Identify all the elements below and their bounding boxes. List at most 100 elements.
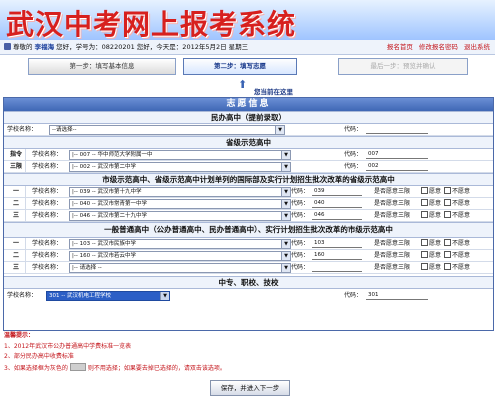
putong-code-field-3[interactable] (312, 263, 362, 272)
chevron-down-icon: ▼ (281, 252, 290, 260)
code-label: 代码： (291, 264, 310, 271)
save-next-button[interactable]: 保存，并进入下一步 (210, 380, 290, 396)
row-index: 二 (7, 198, 26, 209)
zhongzhuan-code-field[interactable]: 301 (366, 291, 428, 300)
shifan-school-select-2[interactable]: |-- 040 -- 武汉市常青第一中学 ▼ (69, 199, 291, 209)
app-title: 武汉中考网上报考系统 (6, 8, 297, 41)
yes-label: 愿意 (429, 212, 442, 219)
yes-label: 愿意 (429, 188, 442, 195)
putong-code-field-1[interactable]: 103 (312, 239, 362, 248)
tip-fee-link[interactable]: 1、2012年武汉市公办普通高中学费标准一览表 (4, 342, 492, 353)
yes-checkbox[interactable] (421, 199, 428, 206)
select-value: --请选择-- (52, 127, 77, 133)
current-step-arrow-icon: ⬆ (238, 78, 248, 91)
tips: 温馨提示： 1、2012年武汉市公办普通高中学费标准一览表 2、部分民办高中收费… (4, 331, 492, 374)
putong-school-select-1[interactable]: |-- 103 -- 武汉市民族中学 ▼ (69, 239, 291, 249)
yes-checkbox[interactable] (421, 263, 428, 270)
yes-checkbox[interactable] (421, 239, 428, 246)
section-minban-header: 民办高中（提前录取） (4, 111, 493, 124)
row-tag-zhiling: 指令 (7, 149, 26, 160)
zhongzhuan-row: 学校名称： 301 -- 武汉机电工程学校 ▼ 代码： 301 (4, 290, 493, 301)
step1-button[interactable]: 第一步：填写基本信息 (28, 58, 176, 75)
no-checkbox[interactable] (444, 251, 452, 258)
yes-checkbox[interactable] (421, 211, 428, 218)
yes-checkbox[interactable] (421, 251, 428, 258)
shengji-code-field-2[interactable]: 002 (366, 162, 428, 171)
shifan-row-1: 一 学校名称： |-- 039 -- 武汉市第十九中学 ▼ 代码： 039 是否愿… (4, 186, 493, 198)
select-value: |-- 160 -- 武汉市若云中学 (72, 253, 137, 259)
row-index: 一 (7, 238, 26, 249)
tip-grey-suffix: 则不用选择；如果要去掉已选择的，请双击该选项。 (87, 364, 226, 372)
shifan-school-select-1[interactable]: |-- 039 -- 武汉市第十九中学 ▼ (69, 187, 291, 197)
shifan-code-field-1[interactable]: 039 (312, 187, 362, 196)
no-label: 不愿意 (452, 240, 471, 247)
obey-label: 是否愿意三限 (374, 212, 411, 219)
school-label: 学校名称： (32, 151, 63, 158)
student-name: 李福海 (34, 43, 55, 51)
chevron-down-icon: ▼ (281, 264, 290, 272)
tip-grey-note: 3、如果选择框为灰色的 则不用选择；如果要去掉已选择的，请双击该选项。 (4, 362, 492, 375)
form-title: 志愿信息 (4, 98, 493, 111)
select-value: |-- 103 -- 武汉市民族中学 (72, 241, 137, 247)
chevron-down-icon: ▼ (275, 126, 284, 134)
school-label: 学校名称： (32, 252, 63, 259)
code-label: 代码： (344, 163, 363, 170)
section-zhongzhuan-header: 中专、职校、技校 (4, 276, 493, 289)
no-checkbox[interactable] (444, 211, 452, 218)
row-index: 二 (7, 250, 26, 261)
shifan-code-field-3[interactable]: 046 (312, 211, 362, 220)
minban-code-field[interactable] (366, 125, 428, 134)
yes-checkbox[interactable] (421, 187, 428, 194)
school-label: 学校名称： (7, 292, 38, 299)
user-icon (4, 43, 11, 50)
link-logout[interactable]: 退出系统 (464, 43, 490, 51)
tip-private-fee-link[interactable]: 2、部分民办高中收费标准 (4, 352, 492, 363)
zhongzhuan-school-select[interactable]: 301 -- 武汉机电工程学校 ▼ (46, 291, 170, 301)
shifan-school-select-3[interactable]: |-- 046 -- 武汉市第二十九中学 ▼ (69, 211, 291, 221)
putong-code-field-2[interactable]: 160 (312, 251, 362, 260)
step2-button[interactable]: 第二步：填写志愿 (183, 58, 297, 75)
code-label: 代码： (291, 188, 310, 195)
select-value: |-- 请选择 -- (72, 265, 102, 271)
link-home[interactable]: 报名首页 (387, 43, 413, 51)
school-label: 学校名称： (32, 163, 63, 170)
no-checkbox[interactable] (444, 263, 452, 270)
select-value: |-- 002 -- 武汉市第二中学 (72, 164, 137, 170)
no-label: 不愿意 (452, 264, 471, 271)
tips-title: 温馨提示： (4, 332, 35, 339)
yes-label: 愿意 (429, 252, 442, 259)
yes-label: 愿意 (429, 240, 442, 247)
no-label: 不愿意 (452, 212, 471, 219)
shengji-code-field-1[interactable]: 007 (366, 150, 428, 159)
putong-school-select-2[interactable]: |-- 160 -- 武汉市若云中学 ▼ (69, 251, 291, 261)
obey-label: 是否愿意三限 (374, 200, 411, 207)
no-checkbox[interactable] (444, 239, 452, 246)
no-checkbox[interactable] (444, 187, 452, 194)
yes-label: 愿意 (429, 200, 442, 207)
code-label: 代码： (344, 151, 363, 158)
shengji-school-select-2[interactable]: |-- 002 -- 武汉市第二中学 ▼ (69, 162, 291, 172)
section-shengji-header: 省级示范高中 (4, 136, 493, 149)
section-putong-header: 一般普通高中（公办普通高中、民办普通高中）、实行计划招生批次改革的市级示范高中 (4, 222, 493, 238)
shengji-school-select-1[interactable]: |-- 007 -- 华中师范大学附属一中 ▼ (69, 150, 291, 160)
shifan-row-2: 二 学校名称： |-- 040 -- 武汉市常青第一中学 ▼ 代码： 040 是否… (4, 198, 493, 210)
putong-school-select-3[interactable]: |-- 请选择 -- ▼ (69, 263, 291, 273)
code-label: 代码： (291, 200, 310, 207)
minban-school-select[interactable]: --请选择-- ▼ (49, 125, 285, 135)
greeting-suffix: 您好，学号为：08220201 您好，今天是：2012年5月2日 星期三 (56, 43, 249, 51)
select-value: |-- 046 -- 武汉市第二十九中学 (72, 213, 148, 219)
select-value: 301 -- 武汉机电工程学校 (49, 293, 111, 299)
obey-label: 是否愿意三限 (374, 264, 411, 271)
shifan-row-3: 三 学校名称： |-- 046 -- 武汉市第二十九中学 ▼ 代码： 046 是否… (4, 210, 493, 222)
shengji-row-2: 三限 学校名称： |-- 002 -- 武汉市第二中学 ▼ 代码： 002 (4, 161, 493, 173)
putong-row-3: 三 学校名称： |-- 请选择 -- ▼ 代码： 是否愿意三限 愿意 不愿意 (4, 262, 493, 274)
shifan-code-field-2[interactable]: 040 (312, 199, 362, 208)
no-checkbox[interactable] (444, 199, 452, 206)
select-value: |-- 007 -- 华中师范大学附属一中 (72, 152, 153, 158)
chevron-down-icon: ▼ (160, 292, 169, 300)
banner: 武汉中考网上报考系统 (0, 0, 495, 41)
link-change-password[interactable]: 修改报名密码 (419, 43, 458, 51)
putong-row-2: 二 学校名称： |-- 160 -- 武汉市若云中学 ▼ 代码： 160 是否愿意… (4, 250, 493, 262)
school-label: 学校名称： (32, 212, 63, 219)
step3-button[interactable]: 最后一步：预览并确认 (338, 58, 468, 75)
